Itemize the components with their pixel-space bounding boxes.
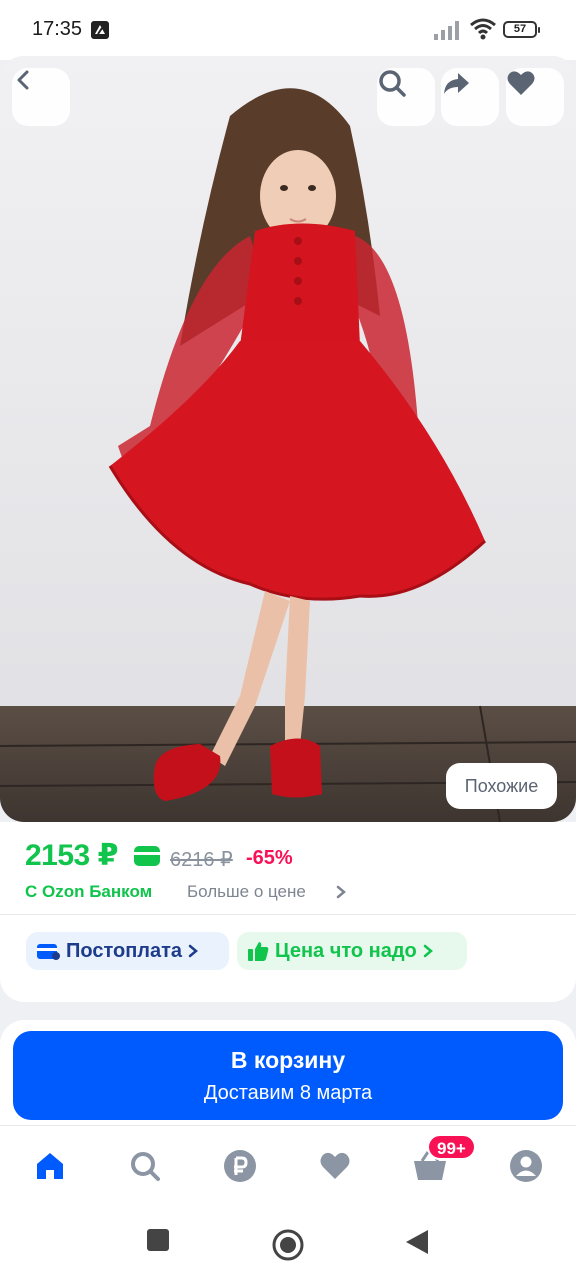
ruble-icon: [224, 1150, 256, 1182]
divider: [0, 914, 576, 915]
nav-home[interactable]: [30, 1146, 70, 1186]
thumbs-up-icon: [248, 942, 269, 961]
nav-search[interactable]: [125, 1146, 165, 1186]
postpay-chip[interactable]: Постоплата: [26, 932, 229, 970]
chevron-right-icon: [423, 944, 433, 958]
status-time: 17:35: [32, 18, 83, 40]
nav-profile[interactable]: [506, 1146, 546, 1186]
search-icon: [131, 1152, 160, 1181]
wallet-icon: [37, 944, 60, 960]
home-icon: [37, 1153, 63, 1179]
bottom-nav: 99+: [0, 1125, 576, 1210]
circle-icon: [272, 1229, 304, 1261]
cart-count-badge: 99+: [427, 1134, 476, 1160]
share-button[interactable]: [441, 68, 499, 126]
triangle-back-icon: [406, 1230, 428, 1254]
old-price: 6216 ₽: [170, 849, 233, 871]
profile-icon: [510, 1150, 542, 1182]
signal-icon: [434, 20, 462, 45]
similar-button[interactable]: Похожие: [446, 763, 557, 809]
recents-button[interactable]: [146, 1228, 170, 1257]
price-details-link[interactable]: Больше о цене: [187, 882, 306, 902]
nav-finance[interactable]: [220, 1146, 260, 1186]
delivery-date: Доставим 8 марта: [203, 1082, 373, 1104]
back-button[interactable]: [12, 68, 70, 126]
fair-price-chip[interactable]: Цена что надо: [237, 932, 467, 970]
cart-area: В корзину Доставим 8 марта: [0, 1020, 576, 1125]
discount-badge: -65%: [246, 847, 293, 869]
home-system-button[interactable]: [271, 1228, 305, 1267]
add-to-cart-label: В корзину: [230, 1047, 346, 1073]
current-price: 2153 ₽: [25, 839, 118, 872]
chevron-right-icon: [335, 885, 347, 904]
heart-icon: [320, 1152, 350, 1179]
heart-icon: [507, 71, 535, 95]
back-system-button[interactable]: [404, 1228, 430, 1261]
price-card: 2153 ₽ 6216 ₽ -65% С Ozon Банком Больше …: [0, 822, 576, 1002]
square-icon: [147, 1229, 169, 1251]
favorite-button[interactable]: [506, 68, 564, 126]
postpay-label: Постоплата: [66, 939, 183, 962]
search-icon: [379, 70, 406, 97]
battery-indicator: 57: [503, 21, 540, 38]
system-nav-bar: [0, 1210, 576, 1280]
app-notification-icon: [90, 20, 110, 45]
chevron-right-icon: [188, 944, 198, 958]
status-bar: 17:35 57: [0, 0, 576, 60]
back-arrow-icon: [17, 70, 29, 90]
ozon-bank-label: С Ozon Банком: [25, 882, 153, 901]
share-icon: [444, 73, 469, 94]
product-image[interactable]: Похожие: [0, 56, 576, 822]
fair-price-label: Цена что надо: [275, 939, 417, 962]
ozon-card-icon: [134, 846, 160, 871]
wifi-icon: [470, 18, 496, 45]
nav-favorites[interactable]: [315, 1146, 355, 1186]
add-to-cart-button[interactable]: В корзину Доставим 8 марта: [13, 1031, 563, 1120]
search-button[interactable]: [377, 68, 435, 126]
product-photo: [0, 56, 576, 822]
